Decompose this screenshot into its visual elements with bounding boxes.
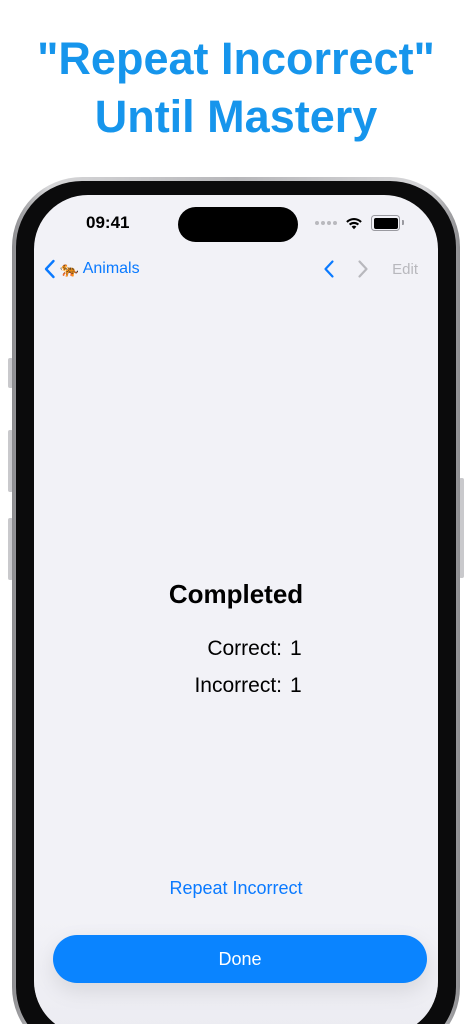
- completion-title: Completed: [168, 579, 304, 609]
- next-card-button[interactable]: [356, 259, 370, 279]
- incorrect-label: Incorrect:: [194, 674, 282, 697]
- correct-value: 1: [290, 637, 302, 660]
- incorrect-value: 1: [290, 674, 302, 697]
- status-icons: [315, 215, 404, 231]
- repeat-incorrect-button[interactable]: Repeat Incorrect: [34, 878, 438, 899]
- headline-line-2: Until Mastery: [94, 91, 378, 142]
- app-store-screenshot: "Repeat Incorrect" Until Mastery 09:41 🐅…: [0, 0, 472, 1024]
- cellular-signal-icon: [315, 221, 337, 225]
- tiger-icon: 🐅: [60, 261, 79, 278]
- status-time: 09:41: [86, 213, 130, 232]
- headline-line-1: "Repeat Incorrect": [37, 33, 435, 84]
- navigation-bar: 🐅 Animals Edit: [34, 253, 438, 289]
- chevron-left-icon: [44, 259, 55, 279]
- phone-bezel: 09:41 🐅 Animals Edit Completed Correct: …: [16, 181, 456, 1024]
- previous-card-button[interactable]: [322, 259, 336, 279]
- wifi-icon: [346, 217, 362, 230]
- incorrect-count-row: Incorrect: 1: [34, 667, 438, 704]
- nav-right-items: Edit: [322, 259, 418, 279]
- correct-label: Correct:: [207, 637, 282, 660]
- done-button[interactable]: Done: [53, 935, 427, 983]
- completion-summary: Completed Correct: 1 Incorrect: 1: [34, 579, 438, 704]
- phone-screen: 09:41 🐅 Animals Edit Completed Correct: …: [34, 195, 438, 1024]
- edit-button[interactable]: Edit: [392, 261, 418, 278]
- back-button-label: Animals: [82, 260, 140, 277]
- marketing-headline: "Repeat Incorrect" Until Mastery: [0, 30, 472, 146]
- back-button[interactable]: 🐅 Animals: [44, 259, 140, 279]
- dynamic-island: [178, 207, 298, 242]
- battery-icon: [371, 215, 404, 231]
- phone-frame: 09:41 🐅 Animals Edit Completed Correct: …: [12, 177, 460, 1024]
- correct-count-row: Correct: 1: [34, 630, 438, 667]
